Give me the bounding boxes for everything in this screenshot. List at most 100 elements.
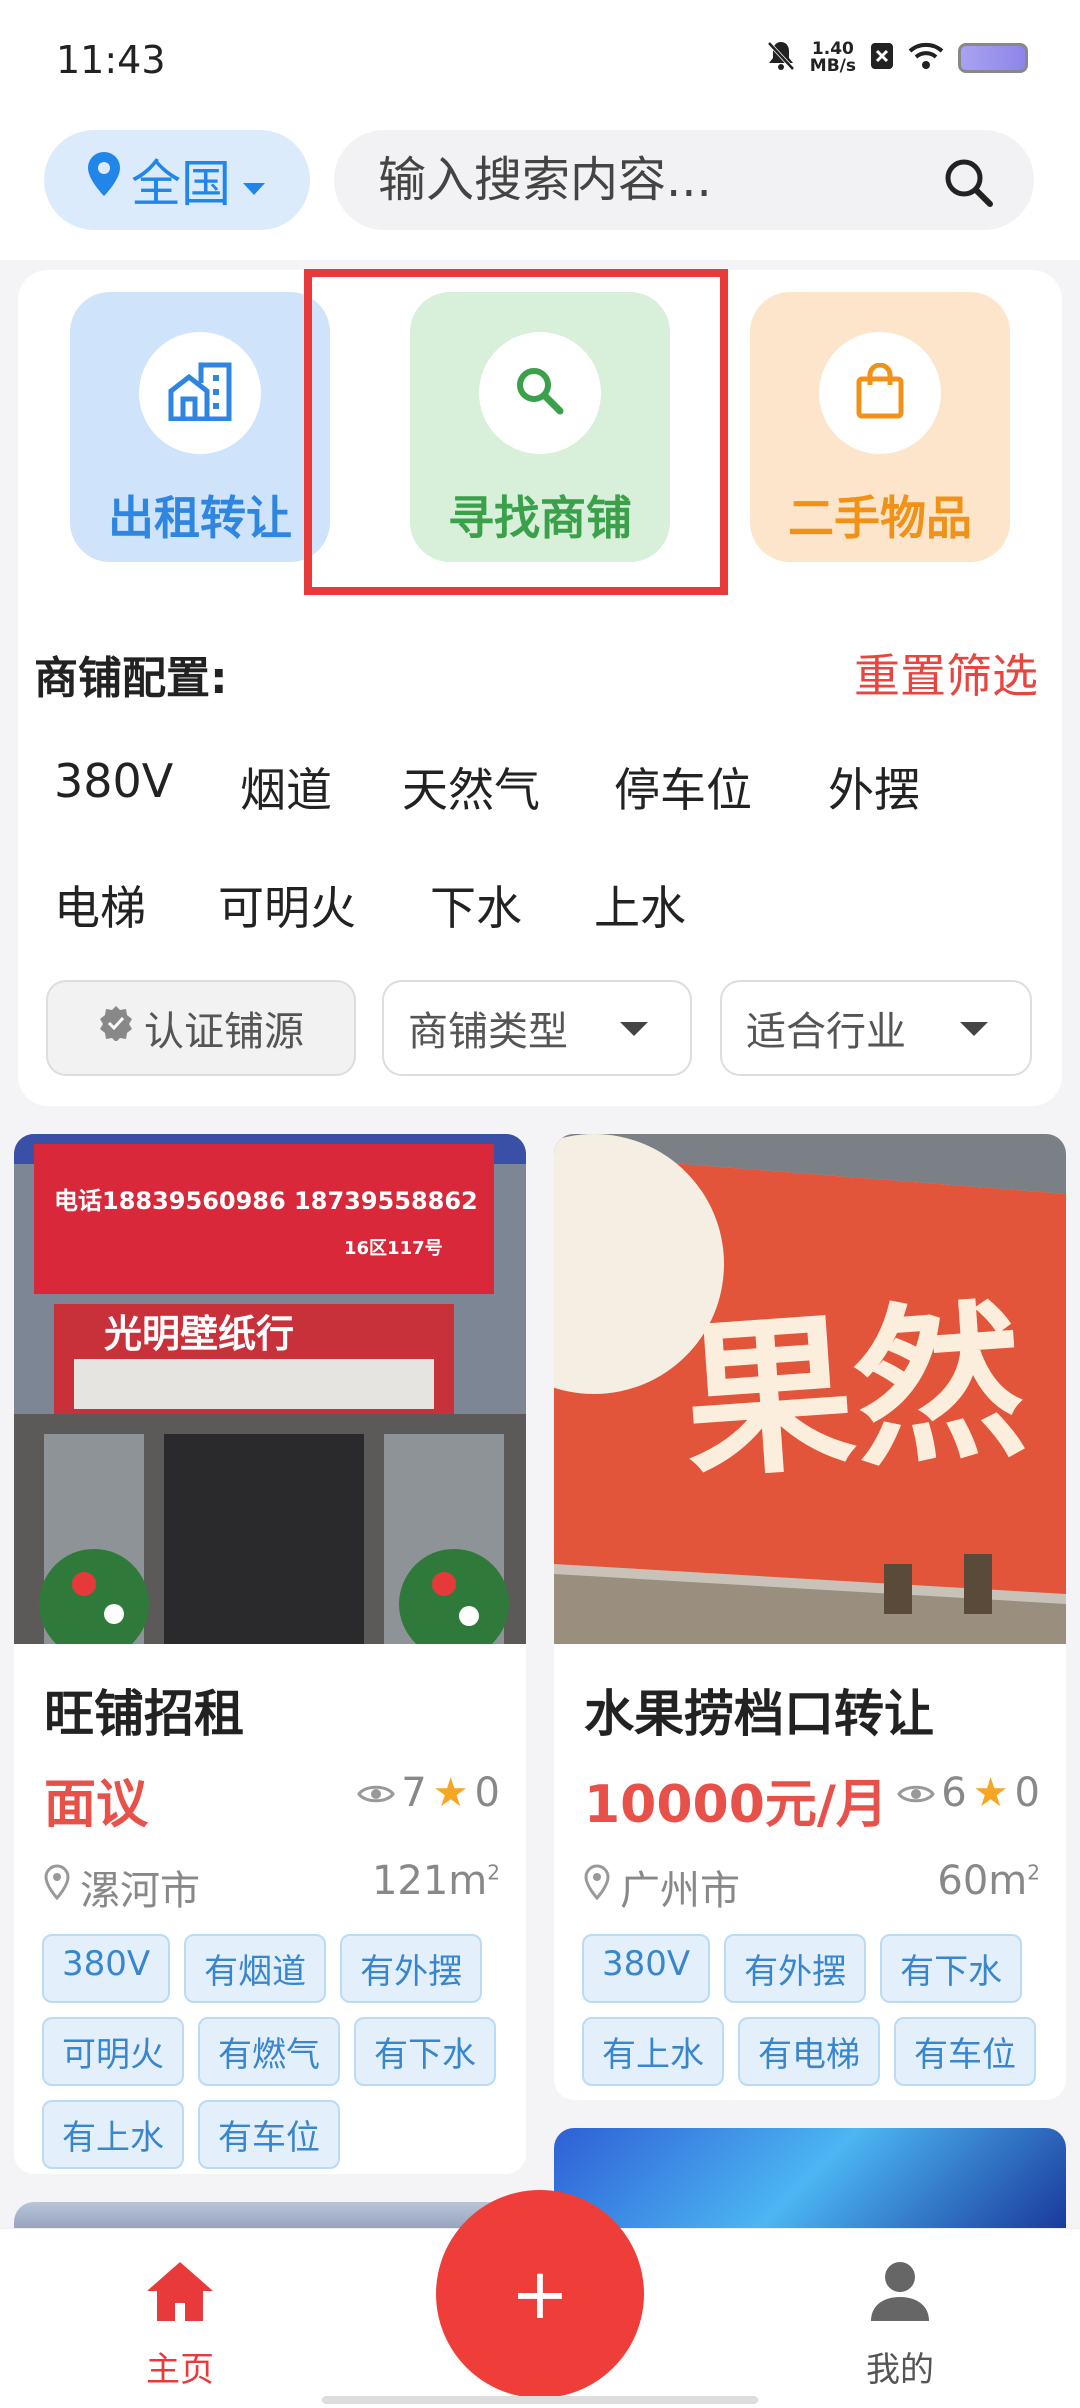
- view-count: 7: [401, 1770, 427, 1816]
- config-option-flue[interactable]: 烟道: [240, 754, 332, 820]
- listing-stats: 7 ★ 0: [357, 1770, 500, 1816]
- listing-area-unit-sup: 2: [487, 1860, 500, 1885]
- listing-area: 60m2: [937, 1858, 1040, 1904]
- shop-type-dropdown[interactable]: 商铺类型: [382, 980, 692, 1076]
- nav-me-label: 我的: [866, 2350, 934, 2390]
- photo-phone-text: 电话18839560986 18739558862: [54, 1187, 478, 1215]
- industry-label: 适合行业: [746, 1009, 906, 1055]
- listing-tag: 可明火: [42, 2017, 184, 2086]
- config-option-open-fire[interactable]: 可明火: [218, 872, 356, 938]
- listing-photo: 电话18839560986 18739558862 16区117号 光明壁纸行: [14, 1134, 526, 1644]
- search-input[interactable]: [378, 148, 938, 212]
- listing-tag: 有下水: [354, 2017, 496, 2086]
- reset-filter-button[interactable]: 重置筛选: [854, 640, 1038, 706]
- category-icon-circle: [139, 332, 261, 454]
- view-count: 6: [941, 1770, 967, 1816]
- photo-sign-text: 光明壁纸行: [104, 1312, 294, 1356]
- wifi-icon: [908, 42, 944, 74]
- listing-price: 面议: [44, 1775, 149, 1835]
- location-pin-icon: [584, 1864, 610, 1910]
- listing-tag: 有车位: [198, 2100, 340, 2169]
- listing-tag: 有车位: [894, 2017, 1036, 2086]
- listing-tag: 380V: [582, 1934, 711, 2003]
- buildings-icon: [167, 361, 233, 425]
- status-icons: 1.40 MB/s: [766, 40, 1028, 76]
- listing-area: 121m2: [372, 1858, 500, 1904]
- listing-tag: 有电梯: [738, 2017, 880, 2086]
- nav-home[interactable]: 主页: [120, 2259, 240, 2391]
- verified-badge-icon: [98, 1005, 134, 1051]
- favorite-count: 0: [474, 1770, 500, 1816]
- listing-area-value: 121m: [371, 1858, 488, 1904]
- add-post-button[interactable]: +: [436, 2190, 644, 2398]
- search-bar[interactable]: [334, 130, 1034, 230]
- highlight-box: [304, 269, 728, 595]
- listing-tag: 有烟道: [184, 1934, 327, 2003]
- location-selector[interactable]: 全国: [44, 130, 310, 230]
- search-icon[interactable]: [942, 156, 994, 212]
- config-option-outdoor[interactable]: 外摆: [828, 754, 920, 820]
- config-option-drainage[interactable]: 下水: [430, 872, 522, 938]
- home-icon: [145, 2259, 215, 2332]
- network-speed: 1.40 MB/s: [810, 41, 856, 75]
- config-option-elevator[interactable]: 电梯: [54, 872, 146, 938]
- config-option-parking[interactable]: 停车位: [614, 754, 752, 820]
- listing-tag: 有上水: [582, 2017, 724, 2086]
- nav-me[interactable]: 我的: [840, 2259, 960, 2391]
- category-icon-circle: [819, 332, 941, 454]
- caret-down-icon: [241, 151, 267, 209]
- nav-home-label: 主页: [146, 2350, 214, 2390]
- listing-area-value: 60m: [937, 1858, 1028, 1904]
- shop-type-label: 商铺类型: [408, 1009, 568, 1055]
- listing-city: 广州市: [620, 1868, 740, 1914]
- listing-title: 旺铺招租: [44, 1685, 244, 1743]
- status-time: 11:43: [56, 38, 166, 82]
- listing-price: 10000元/月: [584, 1775, 888, 1835]
- listing-tags: 380V 有外摆 有下水 有上水 有电梯 有车位: [582, 1934, 1052, 2086]
- config-option-380v[interactable]: 380V: [54, 754, 173, 808]
- listing-card[interactable]: 果然 水果捞档口转让 10000元/月 6 ★ 0 广州市 60m2 380V …: [554, 1134, 1066, 2100]
- caret-down-icon: [620, 1022, 648, 1036]
- listing-tag: 有外摆: [724, 1934, 867, 2003]
- star-icon: ★: [972, 1770, 1009, 1816]
- listing-location: 漯河市: [44, 1858, 200, 1916]
- listing-area-unit-sup: 2: [1027, 1860, 1040, 1885]
- listing-tag: 有下水: [880, 1934, 1023, 2003]
- eye-icon: [357, 1770, 396, 1816]
- photo-district-text: 16区117号: [344, 1238, 443, 1259]
- listing-tag: 有上水: [42, 2100, 184, 2169]
- listing-card-partial[interactable]: [554, 2128, 1066, 2228]
- favorite-count: 0: [1014, 1770, 1040, 1816]
- certified-label: 认证铺源: [144, 1009, 304, 1055]
- listing-tag: 380V: [42, 1934, 171, 2003]
- caret-down-icon: [960, 1022, 988, 1036]
- home-indicator: [322, 2396, 758, 2404]
- network-speed-unit: MB/s: [809, 56, 856, 76]
- listing-tags: 380V 有烟道 有外摆 可明火 有燃气 有下水 有上水 有车位: [42, 1934, 512, 2169]
- location-pin-icon: [87, 151, 121, 209]
- category-second-hand[interactable]: 二手物品: [750, 292, 1010, 562]
- listing-card[interactable]: 电话18839560986 18739558862 16区117号 光明壁纸行 …: [14, 1134, 526, 2174]
- listing-location: 广州市: [584, 1858, 740, 1916]
- photo-sign-text: 果然: [677, 1280, 1030, 1503]
- eye-icon: [897, 1770, 936, 1816]
- category-rent-transfer[interactable]: 出租转让: [70, 292, 330, 562]
- category-label: 二手物品: [788, 491, 972, 545]
- category-label: 出租转让: [108, 491, 292, 545]
- shopping-bag-icon: [856, 362, 904, 423]
- listing-tag: 有外摆: [340, 1934, 483, 2003]
- top-header: 全国: [0, 110, 1080, 260]
- user-icon: [869, 2259, 931, 2332]
- listing-stats: 6 ★ 0: [897, 1770, 1040, 1816]
- location-label: 全国: [131, 155, 231, 213]
- listing-photo: 果然: [554, 1134, 1066, 1644]
- filter-card: 出租转让 寻找商铺 二手物品 商铺配置: 重置筛选 380V 烟道 天然气 停车…: [18, 269, 1062, 1106]
- listing-tag: 有燃气: [198, 2017, 340, 2086]
- config-option-gas[interactable]: 天然气: [402, 754, 540, 820]
- industry-dropdown[interactable]: 适合行业: [720, 980, 1032, 1076]
- certified-filter-button[interactable]: 认证铺源: [46, 980, 356, 1076]
- config-option-water-supply[interactable]: 上水: [594, 872, 686, 938]
- listing-city: 漯河市: [80, 1868, 200, 1914]
- listing-title: 水果捞档口转让: [584, 1685, 934, 1743]
- mute-bell-icon: [766, 40, 796, 76]
